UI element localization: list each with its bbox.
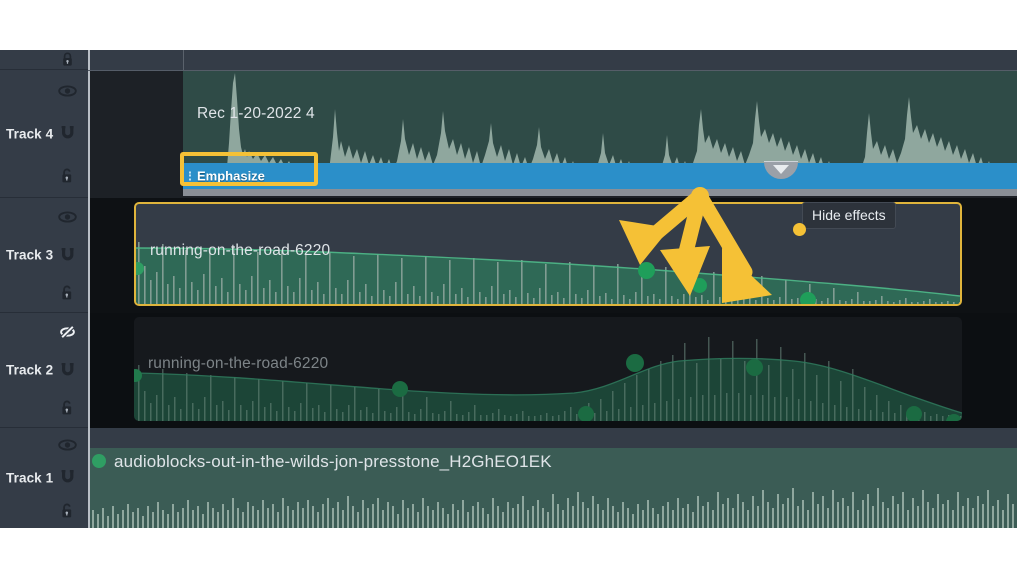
eye-icon[interactable] [57,81,77,101]
keyframe-dot[interactable] [906,406,922,421]
track-lane-2[interactable]: running-on-the-road-6220 [88,313,1017,428]
effect-bar-track [183,189,1017,196]
keyframe-dot[interactable] [638,262,655,279]
clip-label-track-3: running-on-the-road-6220 [150,242,331,259]
eye-icon[interactable] [57,435,77,455]
track-label-4: Track 4 [6,126,54,141]
eye-slash-icon[interactable] [57,322,77,342]
clip-start-handle[interactable] [92,454,106,468]
timeline-editor-window: Track 4 Track 3 Track 2 Track 1 Rec 1-20… [0,50,1017,528]
magnet-icon[interactable] [57,245,77,265]
clip-label-track-1: audioblocks-out-in-the-wilds-jon-pressto… [114,452,552,471]
magnet-icon[interactable] [57,468,77,488]
image-top-margin [0,0,1017,50]
track-label-2: Track 2 [6,362,54,378]
emphasize-highlight-box [180,152,318,186]
timeline-canvas[interactable]: Rec 1-20-2022 4 Emphasize running-on-the… [88,50,1017,528]
lock-closed-icon[interactable] [57,50,77,69]
tooltip-text: Hide effects [812,207,886,223]
keyframe-dot[interactable] [800,292,816,304]
lock-open-icon[interactable] [57,501,77,521]
magnet-icon[interactable] [57,123,77,143]
keyframe-dot[interactable] [746,359,763,376]
track-header-track-3[interactable]: Track 3 [0,198,88,313]
clip-label-track-2: running-on-the-road-6220 [148,355,329,372]
lock-open-icon[interactable] [57,166,77,186]
track-lane-1[interactable]: audioblocks-out-in-the-wilds-jon-pressto… [88,428,1017,528]
track-header-track-1[interactable]: Track 1 [0,428,88,528]
cursor-dot [793,223,806,236]
lock-open-icon[interactable] [57,283,77,303]
track-header-track-5[interactable] [0,50,88,70]
track-header-track-2[interactable]: Track 2 [0,313,88,428]
track-label-1: Track 1 [6,470,54,486]
track-header-panel: Track 4 Track 3 Track 2 Track 1 [0,50,88,528]
clip-label-track-4: Rec 1-20-2022 4 [197,105,315,122]
keyframe-dot[interactable] [692,278,707,293]
hide-effects-tooltip: Hide effects [802,202,896,229]
image-bottom-margin [0,528,1017,567]
chevron-down-icon [773,165,789,174]
keyframe-dot[interactable] [392,381,408,397]
eye-icon[interactable] [57,207,77,227]
lock-open-icon[interactable] [57,398,77,418]
track-lane-5[interactable] [88,50,1017,70]
keyframe-dot[interactable] [578,406,594,421]
clip-track-1[interactable]: audioblocks-out-in-the-wilds-jon-pressto… [90,448,1017,528]
track-label-3: Track 3 [6,247,54,263]
magnet-icon[interactable] [57,360,77,380]
track-header-track-4[interactable]: Track 4 [0,70,88,198]
keyframe-dot[interactable] [626,354,644,372]
clip-track-2[interactable]: running-on-the-road-6220 [134,317,962,421]
